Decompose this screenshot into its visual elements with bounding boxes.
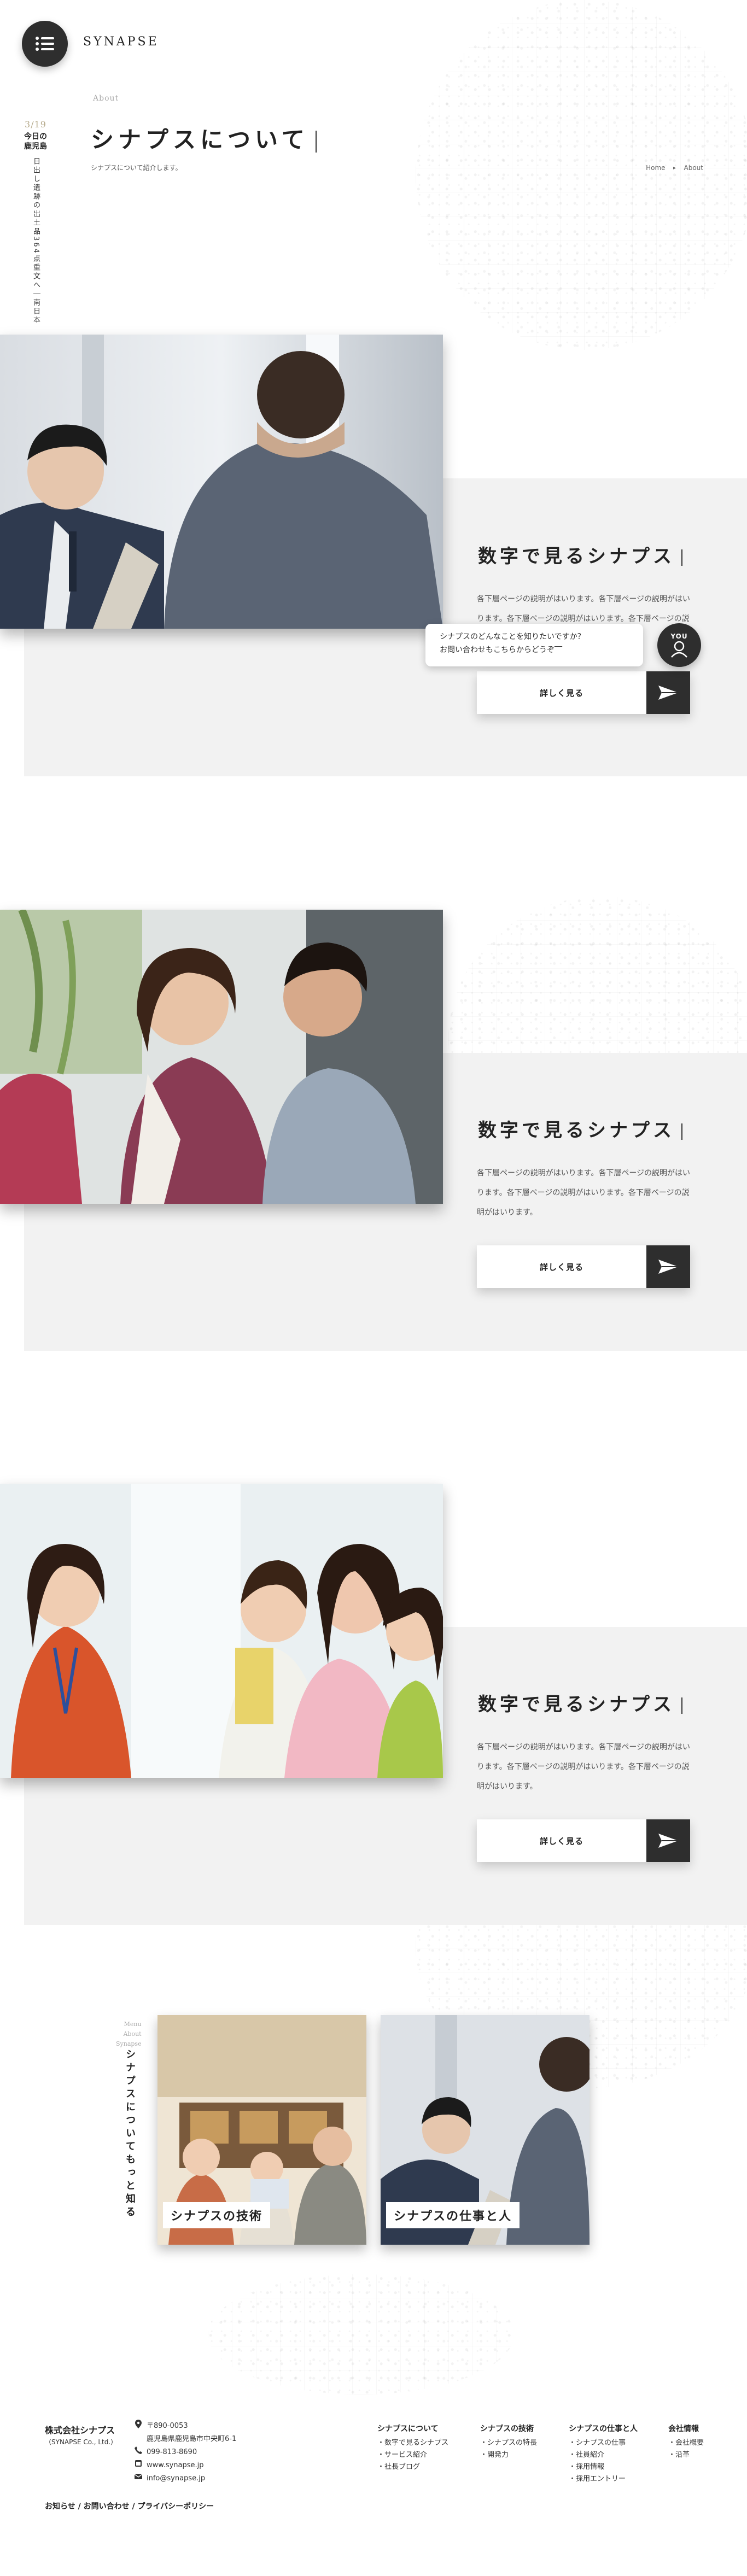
web-icon — [135, 2459, 142, 2468]
paper-plane-icon — [646, 671, 690, 714]
section-2-desc: 各下層ページの説明がはいります。各下層ページの説明がはいります。各下層ページの説… — [477, 1169, 691, 1217]
footer-nav-head[interactable]: シナプスの仕事と人 — [569, 2423, 638, 2435]
footer-nav-about: シナプスについて ・数字で見るシナプス ・サービス紹介 ・社長ブログ — [377, 2423, 448, 2473]
footer-web-row: www.synapse.jp — [135, 2459, 236, 2472]
page-title: シナプスについて — [91, 121, 317, 155]
footer-address-row: 〒890-0053 鹿児島県鹿児島市中央町6-1 — [135, 2420, 236, 2446]
related-side-labels: Menu About Synapse — [116, 2019, 142, 2049]
footer-email-row: info@synapse.jp — [135, 2472, 236, 2485]
more-button-label: 詳しく見る — [539, 1836, 583, 1846]
students-talking-image — [0, 910, 443, 1204]
section-3-title: 数字で見るシナプス — [478, 1689, 682, 1716]
today-city: 鹿児島 — [24, 142, 47, 151]
chat-line-2: お問い合わせもこちらからどうぞ‾‾ — [440, 646, 562, 654]
section-2-photo — [0, 910, 443, 1204]
footer-nav-head[interactable]: シナプスの技術 — [480, 2423, 537, 2435]
section-1-more-button[interactable]: 詳しく見る — [477, 671, 690, 714]
user-icon — [671, 641, 687, 658]
footer-nav-head[interactable]: 会社情報 — [668, 2423, 704, 2435]
section-3-more-button[interactable]: 詳しく見る — [477, 1819, 690, 1862]
chat-avatar-button[interactable]: YOU — [657, 623, 701, 667]
footer-nav-item[interactable]: ・シナプスの特長 — [480, 2437, 537, 2449]
footer-nav-item[interactable]: ・数字で見るシナプス — [377, 2437, 448, 2449]
section-2-more-button[interactable]: 詳しく見る — [477, 1245, 690, 1288]
section-2-title: 数字で見るシナプス — [478, 1115, 682, 1142]
more-button-label: 詳しく見る — [539, 688, 583, 698]
footer-company-en: （SYNAPSE Co., Ltd.） — [45, 2438, 118, 2446]
breadcrumb: Home ▸ About — [646, 163, 703, 173]
news-ticker-vertical[interactable]: 日出し遺跡の出土品364点重文へ｜南日本 — [31, 157, 40, 343]
title-cursor-bar — [315, 131, 317, 153]
menu-button[interactable] — [22, 21, 68, 67]
page-subtitle: シナプスについて紹介します。 — [91, 164, 182, 172]
today-date: 3/19 — [25, 119, 46, 130]
footer-contact: 〒890-0053 鹿児島県鹿児島市中央町6-1 099-813-8690 ww… — [135, 2420, 236, 2485]
related-side-label-1: Menu — [124, 2021, 142, 2028]
site-logo[interactable]: SYNAPSE — [83, 35, 159, 49]
related-side-label-2: About — [123, 2030, 142, 2038]
paper-plane-icon — [646, 1819, 690, 1862]
map-decoration-footer — [208, 2274, 514, 2394]
location-pin-icon — [135, 2420, 142, 2428]
team-smiling-image — [0, 1484, 443, 1778]
section-3-title-text: 数字で見るシナプス — [478, 1694, 675, 1716]
section-en-label: About — [93, 94, 119, 103]
title-cursor-bar — [681, 1123, 682, 1140]
footer-web[interactable]: www.synapse.jp — [147, 2459, 204, 2472]
footer-zip: 〒890-0053 — [147, 2422, 188, 2430]
footer-nav-item[interactable]: ・会社概要 — [668, 2437, 704, 2449]
more-button-label: 詳しく見る — [539, 1262, 583, 1272]
chat-bubble[interactable]: シナプスのどんなことを知りたいですか？ お問い合わせもこちらからどうぞ‾‾ — [425, 624, 643, 666]
title-cursor-bar — [681, 549, 682, 566]
footer-nav-item[interactable]: ・採用情報 — [569, 2461, 638, 2473]
today-label: 今日の — [24, 132, 47, 141]
footer-nav-item[interactable]: ・開発力 — [480, 2449, 537, 2461]
section-1-title-text: 数字で見るシナプス — [478, 546, 675, 567]
phone-icon — [135, 2446, 142, 2455]
footer-nav-company: 会社情報 ・会社概要 ・沿革 — [668, 2423, 704, 2461]
footer-address: 鹿児島県鹿児島市中央町6-1 — [147, 2435, 237, 2443]
related-side-label-3: Synapse — [116, 2040, 142, 2047]
footer-phone-row: 099-813-8690 — [135, 2446, 236, 2459]
footer-nav-item[interactable]: ・サービス紹介 — [377, 2449, 448, 2461]
footer-email[interactable]: info@synapse.jp — [147, 2472, 205, 2485]
office-meeting-image — [0, 335, 443, 629]
map-decoration-top — [416, 0, 747, 350]
related-side-title: シナプスについてもっと知る — [124, 2049, 136, 2220]
card-work-people[interactable]: シナプスの仕事と人 — [381, 2015, 590, 2245]
mail-icon — [135, 2472, 142, 2481]
footer-nav-work: シナプスの仕事と人 ・シナプスの仕事 ・社員紹介 ・採用情報 ・採用エントリー — [569, 2423, 638, 2485]
today-date-box: 3/19 今日の 鹿児島 — [21, 119, 50, 151]
card-work-people-label: シナプスの仕事と人 — [386, 2202, 520, 2228]
footer-nav-item[interactable]: ・社員紹介 — [569, 2449, 638, 2461]
paper-plane-icon — [646, 1245, 690, 1288]
footer-bottom-links[interactable]: お知らせ / お問い合わせ / プライバシーポリシー — [45, 2501, 214, 2511]
breadcrumb-separator-icon: ▸ — [673, 165, 676, 171]
chat-line-1: シナプスのどんなことを知りたいですか？ — [440, 633, 585, 641]
title-cursor-bar — [681, 1697, 682, 1714]
footer-nav-head[interactable]: シナプスについて — [377, 2423, 448, 2435]
footer-phone[interactable]: 099-813-8690 — [147, 2446, 197, 2459]
footer-nav-item[interactable]: ・社長ブログ — [377, 2461, 448, 2473]
menu-list-icon — [36, 37, 54, 51]
footer-nav-item[interactable]: ・採用エントリー — [569, 2473, 638, 2485]
section-1-photo — [0, 335, 443, 629]
section-3-photo — [0, 1484, 443, 1778]
footer-nav-item[interactable]: ・沿革 — [668, 2449, 704, 2461]
section-3-desc: 各下層ページの説明がはいります。各下層ページの説明がはいります。各下層ページの説… — [477, 1743, 691, 1791]
section-1-title: 数字で見るシナプス — [478, 541, 682, 568]
breadcrumb-home[interactable]: Home — [646, 164, 665, 172]
card-technology-label: シナプスの技術 — [163, 2202, 271, 2228]
footer-nav-item[interactable]: ・シナプスの仕事 — [569, 2437, 638, 2449]
avatar-label: YOU — [670, 633, 688, 640]
breadcrumb-current: About — [684, 164, 703, 172]
card-technology[interactable]: シナプスの技術 — [157, 2015, 366, 2245]
section-2-title-text: 数字で見るシナプス — [478, 1120, 675, 1141]
page-title-text: シナプスについて — [91, 126, 309, 153]
footer-nav-technology: シナプスの技術 ・シナプスの特長 ・開発力 — [480, 2423, 537, 2461]
footer-company-name: 株式会社シナプス — [45, 2425, 115, 2436]
